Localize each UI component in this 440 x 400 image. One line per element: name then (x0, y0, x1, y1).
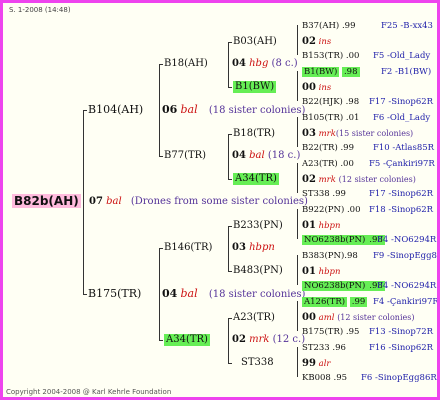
queen-b104[interactable]: B104(AH) (88, 104, 143, 116)
a23-mating: 00 aml (12 sister colonies) (302, 312, 415, 323)
queen-b483[interactable]: B483(PN) (233, 265, 283, 277)
pedigree-chart: S. 1-2008 (14:48) Copyright 2004-2008 @ … (0, 0, 440, 400)
queen-a23[interactable]: A23(TR) (233, 312, 275, 324)
queen-a34[interactable]: A34(TR) (233, 173, 279, 185)
ancestor-row[interactable]: B383(PN).98 (302, 250, 358, 262)
header-text: S. 1-2008 (14:48) (9, 6, 71, 14)
b175-mating: 04 bal (18 sister colonies) (162, 287, 306, 301)
b104-mating: 06 bal (18 sister colonies) (162, 103, 306, 117)
ancestor-ref[interactable]: F17 -Sinop62R (369, 188, 433, 200)
ancestor-row[interactable]: B922(PN) .00 (302, 204, 361, 216)
st338-mating: 99 alr (302, 358, 331, 369)
ancestor-ref[interactable]: F6 -SinopEgg86R (361, 372, 437, 384)
ancestor-row[interactable]: KB008 .95 (302, 372, 347, 384)
ancestor-ref[interactable]: F13 -Sinop72R (369, 326, 433, 338)
queen-b18[interactable]: B18(AH) (164, 58, 208, 70)
ancestor-row[interactable]: B105(TR) .01 (302, 112, 359, 124)
ancestor-row[interactable]: NO6238b(PN) .98 (302, 234, 385, 246)
queen-b146[interactable]: B146(TR) (164, 242, 212, 254)
ancestor-ref[interactable]: F6 -Old_Lady (373, 112, 430, 124)
queen-a34b[interactable]: A34(TR) (164, 334, 210, 346)
ancestor-ref[interactable]: F4 -NO6294R (377, 280, 436, 292)
ancestor-row[interactable]: B22(HJK) .98 (302, 96, 359, 108)
queen-b03[interactable]: B03(AH) (233, 36, 277, 48)
b18tr-mating: 03 mrk(15 sister colonies) (302, 128, 414, 139)
ancestor-ref[interactable]: F4 -NO6294R (377, 234, 436, 246)
queen-b77[interactable]: B77(TR) (164, 150, 206, 162)
ancestor-row[interactable]: B175(TR) .95 (302, 326, 359, 338)
b18-mating: 04 hbg (8 c.) (232, 58, 298, 69)
b146-mating: 03 hbpn (232, 242, 275, 253)
ancestor-row[interactable]: B1(BW) .98 (302, 66, 360, 78)
ancestor-ref[interactable]: F5 -Old_Lady (373, 50, 430, 62)
queen-b18tr[interactable]: B18(TR) (233, 128, 275, 140)
ancestor-row[interactable]: A23(TR) .00 (302, 158, 354, 170)
ancestor-ref[interactable]: F5 -Çankiri97R (369, 158, 435, 170)
ancestor-ref[interactable]: F25 -B-xx43 (381, 20, 433, 32)
ancestor-row[interactable]: B37(AH) .99 (302, 20, 355, 32)
a34-mating: 02 mrk (12 sister colonies) (302, 174, 416, 185)
ancestor-row[interactable]: B22(TR) .99 (302, 142, 354, 154)
ancestor-row[interactable]: A126(TR) .99 (302, 296, 368, 308)
b233-mating: 01 hbpn (302, 220, 341, 231)
b483-mating: 01 hbpn (302, 266, 341, 277)
ancestor-ref[interactable]: F17 -Sinop62R (369, 96, 433, 108)
queen-b175[interactable]: B175(TR) (88, 288, 141, 300)
queen-st338[interactable]: ST338 (241, 357, 274, 369)
ancestor-ref[interactable]: F2 -B1(BW) (381, 66, 431, 78)
ancestor-ref[interactable]: F16 -Sinop62R (369, 342, 433, 354)
ancestor-ref[interactable]: F9 -SinopEgg86R (373, 250, 437, 262)
b03-mating: 02 ins (302, 36, 332, 47)
ancestor-row[interactable]: NO6238b(PN) .98 (302, 280, 385, 292)
ancestor-row[interactable]: ST338 .99 (302, 188, 346, 200)
ancestor-ref[interactable]: F18 -Sinop62R (369, 204, 433, 216)
ancestor-ref[interactable]: F4 -Çankiri97R (373, 296, 437, 308)
copyright-footer: Copyright 2004-2008 @ Karl Kehrle Founda… (6, 388, 172, 396)
b1-mating: 00 ins (302, 82, 332, 93)
ancestor-row[interactable]: B153(TR) .00 (302, 50, 359, 62)
a34b-mating: 02 mrk (12 c.) (232, 334, 306, 345)
ancestor-row[interactable]: ST233 .96 (302, 342, 346, 354)
root-mating: 07 bal (Drones from some sister colonies… (89, 196, 308, 207)
queen-root[interactable]: B82b(AH) (12, 194, 81, 208)
ancestor-ref[interactable]: F10 -Atlas85R (373, 142, 434, 154)
queen-b233[interactable]: B233(PN) (233, 220, 283, 232)
b77-mating: 04 bal (18 c.) (232, 150, 301, 161)
queen-b1[interactable]: B1(BW) (233, 81, 277, 93)
